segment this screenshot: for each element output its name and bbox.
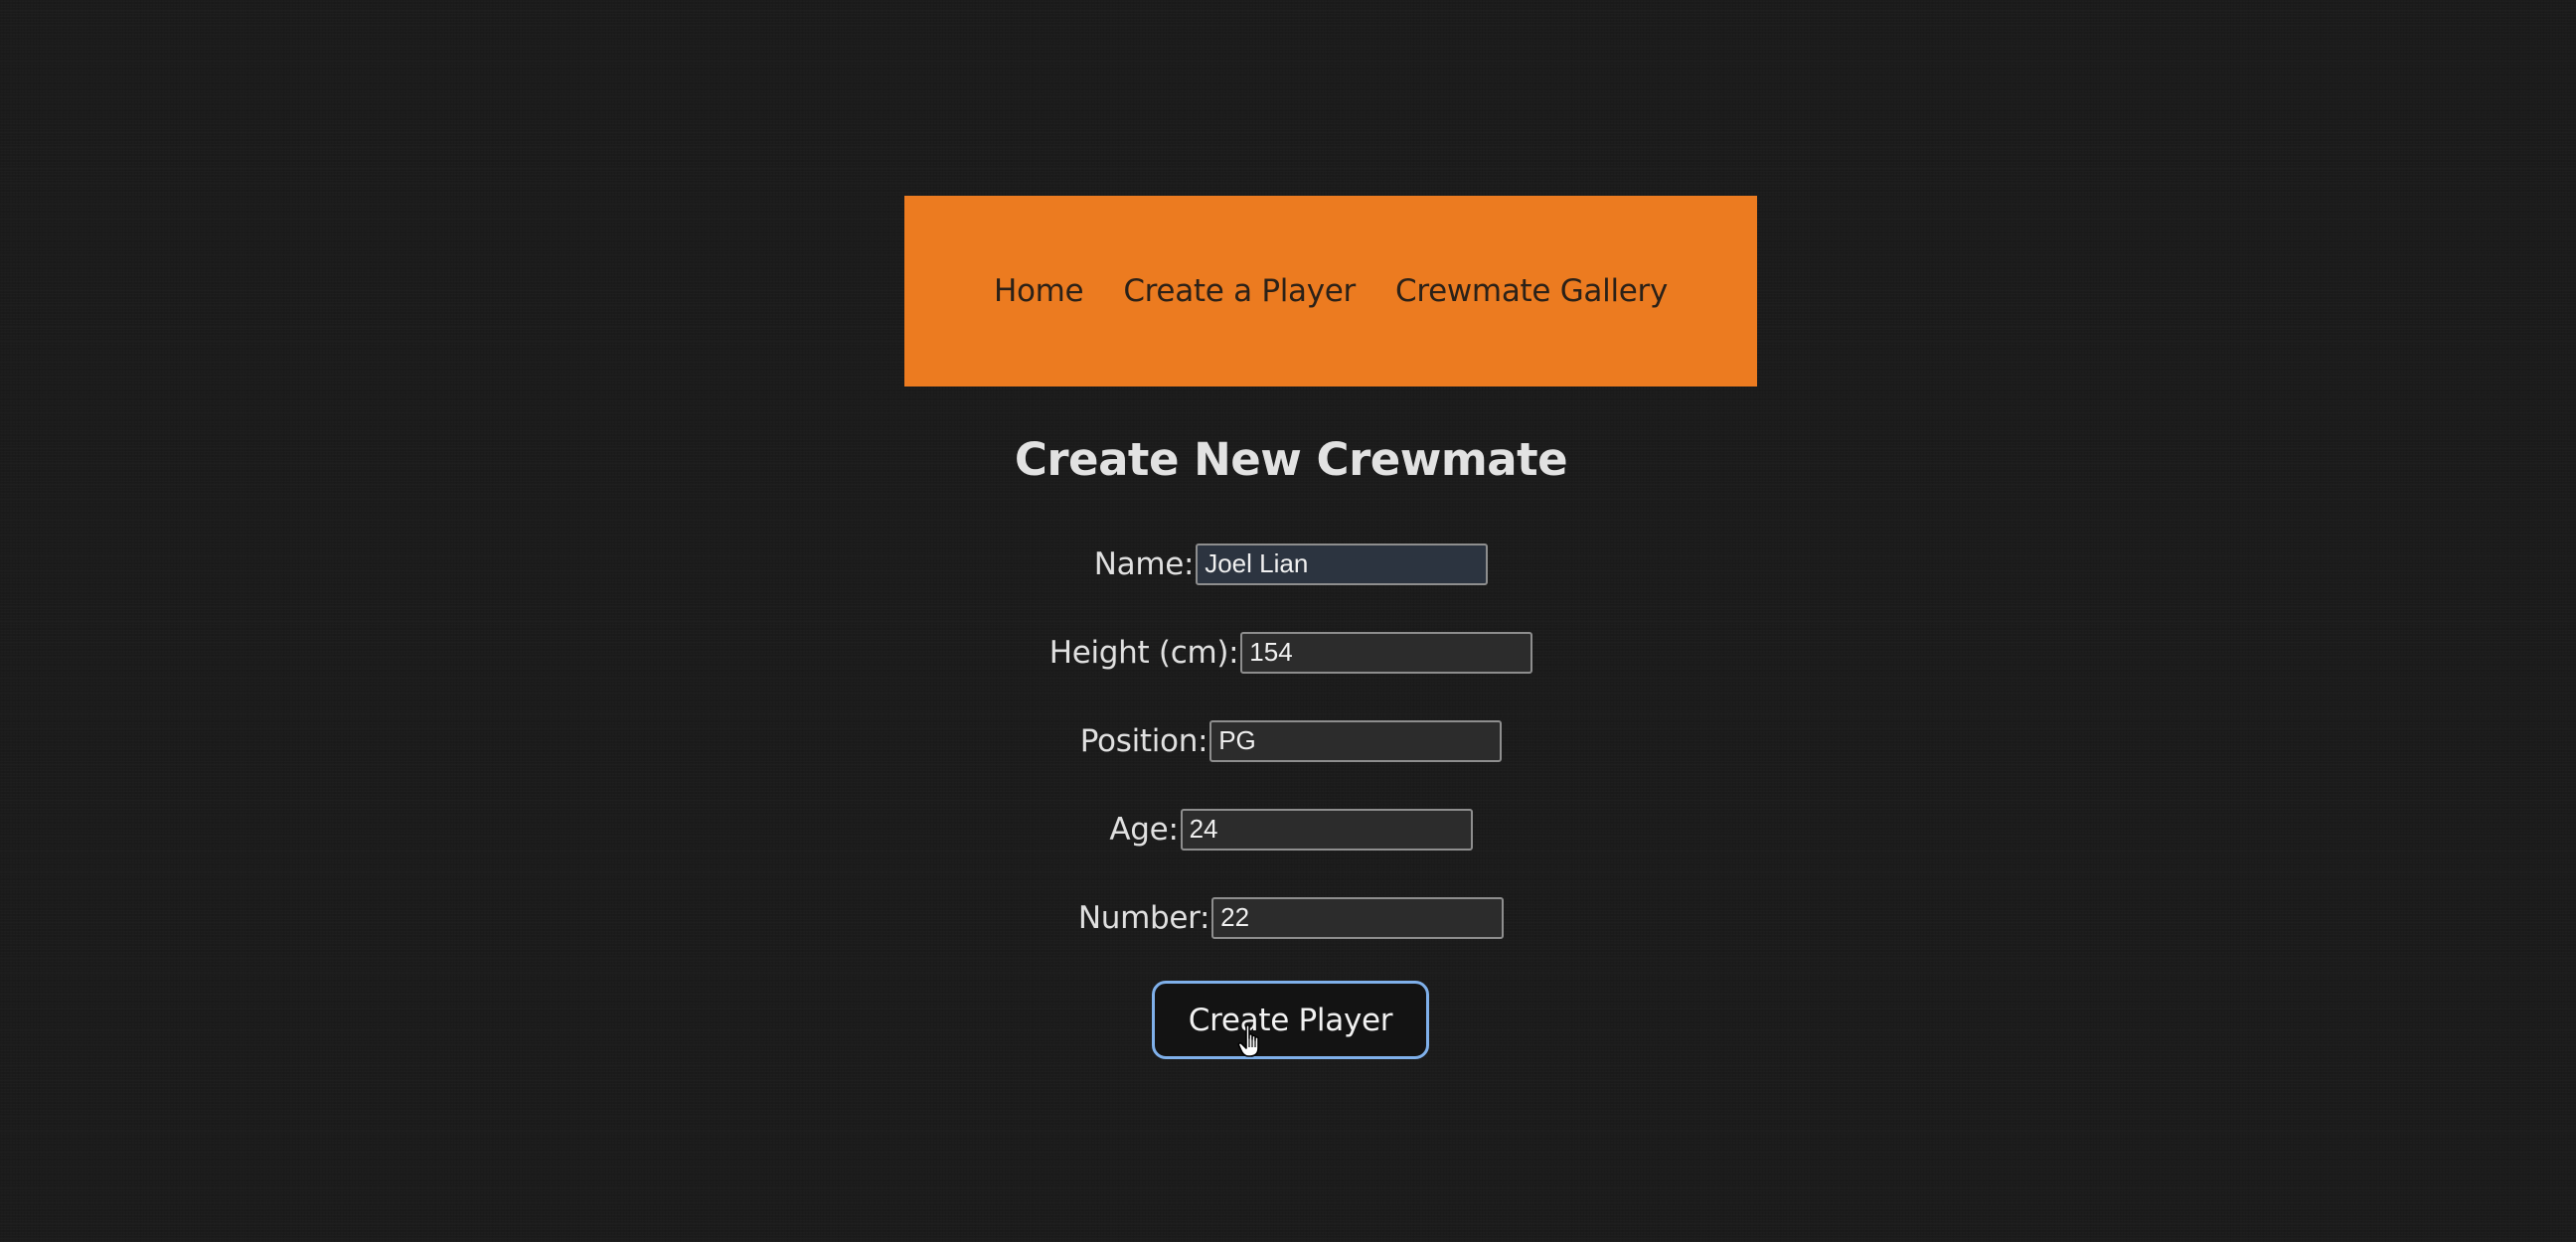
name-label: Name: xyxy=(1093,545,1195,582)
age-label: Age: xyxy=(1109,811,1179,848)
name-input[interactable] xyxy=(1196,543,1489,585)
nav-link-create-player[interactable]: Create a Player xyxy=(1123,273,1356,309)
form-row-position: Position: xyxy=(0,718,2576,763)
form-row-height: Height (cm): xyxy=(0,630,2576,675)
hand-pointer-icon xyxy=(1237,1024,1259,1057)
position-input[interactable] xyxy=(1209,719,1503,762)
form-row-age: Age: xyxy=(0,807,2576,852)
age-input[interactable] xyxy=(1180,808,1473,851)
number-input[interactable] xyxy=(1211,896,1505,939)
form-row-number: Number: xyxy=(0,895,2576,940)
create-player-button[interactable]: Create Player xyxy=(1152,981,1429,1059)
position-label: Position: xyxy=(1079,722,1208,759)
height-input[interactable] xyxy=(1240,631,1533,674)
height-label: Height (cm): xyxy=(1048,634,1239,671)
nav-link-crewmate-gallery[interactable]: Crewmate Gallery xyxy=(1395,273,1668,309)
submit-container: Create Player xyxy=(1152,981,1429,1059)
top-nav: Home Create a Player Crewmate Gallery xyxy=(904,196,1757,387)
number-label: Number: xyxy=(1077,899,1210,936)
page-title: Create New Crewmate xyxy=(1014,433,1568,486)
create-crewmate-form: Name: Height (cm): Position: Age: Number… xyxy=(0,542,2576,984)
nav-link-home[interactable]: Home xyxy=(994,273,1084,309)
form-row-name: Name: xyxy=(0,542,2576,586)
